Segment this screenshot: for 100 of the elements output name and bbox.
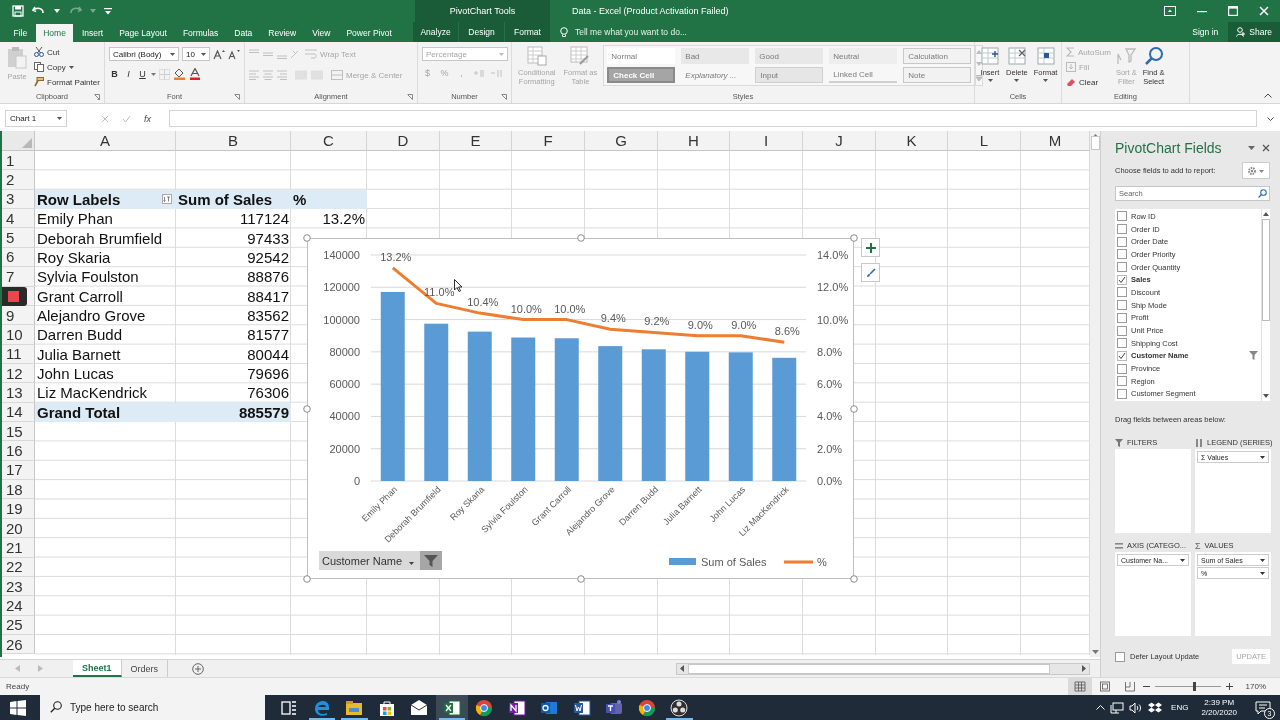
row-header[interactable]: 16	[2, 441, 35, 461]
field-checkbox[interactable]	[1117, 363, 1127, 374]
column-header[interactable]: E	[440, 131, 512, 151]
ribbon-tab[interactable]: Analyze	[413, 22, 458, 42]
field-checkbox[interactable]	[1117, 350, 1127, 361]
cell-style[interactable]: Calculation	[903, 48, 972, 64]
scrollbar-thumb[interactable]	[1090, 136, 1100, 150]
customize-toolbar-icon[interactable]	[104, 7, 112, 15]
resize-handle[interactable]	[576, 234, 585, 242]
header-cell[interactable]: Row Labels	[35, 189, 176, 210]
field-button[interactable]: Customer Name	[319, 551, 442, 570]
ribbon-tab[interactable]: Power Pivot	[338, 24, 400, 42]
ribbon-tab[interactable]: Home	[35, 24, 74, 42]
caret-icon[interactable]	[1248, 146, 1255, 150]
resize-handle[interactable]	[850, 404, 858, 413]
column-header[interactable]: H	[658, 131, 730, 151]
cell-style[interactable]: Note	[903, 67, 972, 83]
dialog-launcher-icon[interactable]	[94, 94, 100, 100]
field-checkbox[interactable]	[1117, 224, 1127, 235]
resize-handle[interactable]	[303, 575, 311, 583]
scroll-down-icon[interactable]	[1263, 394, 1269, 398]
formula-input[interactable]	[169, 110, 1257, 127]
language-indicator[interactable]: ENG	[1171, 703, 1189, 712]
cell-style[interactable]: Linked Cell	[829, 67, 898, 83]
field-checkbox[interactable]	[1117, 388, 1127, 399]
volume-icon[interactable]	[1129, 701, 1144, 714]
ribbon-tab[interactable]: Data	[226, 24, 260, 42]
format-painter-button[interactable]: Format Painter	[34, 75, 100, 89]
field-checkbox[interactable]	[1117, 274, 1127, 285]
row-header[interactable]: 18	[2, 480, 35, 500]
chart-area[interactable]	[307, 238, 854, 579]
resize-handle[interactable]	[576, 575, 585, 583]
column-header[interactable]: G	[585, 131, 658, 151]
resize-handle[interactable]	[303, 234, 311, 242]
field-checkbox[interactable]	[1117, 338, 1127, 349]
field-checkbox[interactable]	[1117, 211, 1127, 222]
maximize-icon[interactable]	[1228, 6, 1238, 16]
filter-icon[interactable]	[1249, 351, 1258, 361]
ribbon-tab[interactable]: Format	[505, 22, 550, 42]
bold-button[interactable]: B	[109, 69, 120, 79]
resize-handle[interactable]	[850, 575, 858, 583]
row-header[interactable]: 13	[2, 383, 35, 403]
dialog-launcher-icon[interactable]	[407, 94, 413, 100]
column-header[interactable]: A	[35, 131, 176, 151]
field-checkbox[interactable]	[1117, 287, 1127, 298]
column-header[interactable]: D	[367, 131, 440, 151]
scroll-up-icon[interactable]	[1263, 212, 1269, 216]
field-list-scrollbar[interactable]	[1261, 209, 1270, 401]
share-button[interactable]: Share	[1228, 22, 1280, 42]
scroll-right-icon[interactable]	[1082, 665, 1086, 672]
column-header[interactable]: J	[803, 131, 876, 151]
row-header[interactable]: 21	[2, 538, 35, 558]
cell-style[interactable]: Normal	[607, 48, 676, 64]
cancel-icon[interactable]	[101, 114, 109, 123]
clear-button[interactable]: Clear	[1066, 75, 1111, 89]
settings-button[interactable]	[1242, 162, 1270, 179]
dialog-launcher-icon[interactable]	[501, 94, 507, 100]
column-header[interactable]: F	[512, 131, 585, 151]
slider-thumb[interactable]	[1193, 682, 1197, 691]
column-header[interactable]: B	[176, 131, 291, 151]
cell-style[interactable]: Input	[755, 67, 824, 83]
row-header[interactable]: 15	[2, 422, 35, 442]
name-box[interactable]: Chart 1	[5, 110, 67, 127]
cell-style[interactable]: Bad	[681, 48, 750, 64]
scrollbar-thumb[interactable]	[1262, 219, 1270, 321]
column-header[interactable]: C	[291, 131, 367, 151]
filter-icon[interactable]	[420, 551, 442, 570]
start-icon[interactable]	[10, 699, 26, 716]
italic-button[interactable]: I	[123, 69, 134, 79]
taskbar-search-field[interactable]: Type here to search	[40, 695, 265, 720]
resize-handle[interactable]	[303, 404, 311, 413]
save-icon[interactable]	[12, 5, 24, 17]
row-header[interactable]: 10	[2, 325, 35, 345]
defer-checkbox[interactable]	[1115, 651, 1125, 662]
field-checkbox[interactable]	[1117, 312, 1127, 323]
row-header[interactable]: 1	[2, 151, 35, 171]
row-header[interactable]: 7	[2, 267, 35, 287]
cell-style[interactable]: Explanatory ...	[681, 67, 750, 83]
column-header[interactable]: M	[1021, 131, 1090, 151]
chart-elements-button[interactable]	[861, 238, 880, 257]
ribbon-tab[interactable]: Formulas	[175, 24, 226, 42]
field-checkbox[interactable]	[1117, 249, 1127, 260]
tell-me-field[interactable]: Tell me what you want to do...	[573, 26, 777, 38]
ribbon-tab[interactable]: Page Layout	[111, 24, 175, 42]
row-header[interactable]: 19	[2, 499, 35, 519]
font-color-icon[interactable]	[189, 68, 201, 80]
copy-button[interactable]: Copy	[34, 60, 100, 74]
taskbar-app-button[interactable]	[435, 695, 468, 720]
insert-function-button[interactable]: fx	[144, 113, 151, 124]
zoom-slider[interactable]	[1154, 682, 1221, 691]
cut-button[interactable]: Cut	[34, 45, 100, 59]
row-header[interactable]: 9	[2, 305, 35, 326]
fill-color-icon[interactable]	[173, 68, 186, 80]
field-checkbox[interactable]	[1117, 236, 1127, 247]
font-name-combo[interactable]: Calibri (Body)	[109, 47, 179, 61]
field-checkbox[interactable]	[1117, 325, 1127, 336]
normal-view-icon[interactable]	[1067, 678, 1092, 695]
network-icon[interactable]	[1110, 701, 1125, 714]
collapse-ribbon-icon[interactable]	[1264, 93, 1272, 98]
zoom-level[interactable]: 170%	[1245, 682, 1266, 691]
